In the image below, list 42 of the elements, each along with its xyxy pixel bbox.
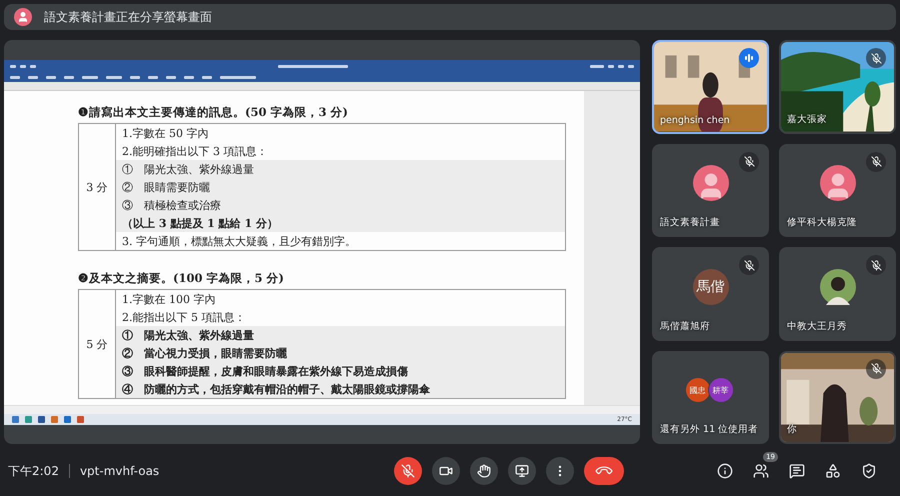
rubric-line: 1.字數在 100 字內 <box>121 292 216 308</box>
participant-name: 你 <box>787 423 797 436</box>
camera-icon <box>438 464 453 478</box>
avatar-icon <box>820 165 856 202</box>
banner-text: 語文素養計畫正在分享螢幕畫面 <box>44 8 212 26</box>
question-heading: ❷及本文之摘要。(100 字為限，5 分) <box>78 270 285 286</box>
participant-name: 馬偕蕭旭府 <box>660 320 710 332</box>
rubric-line: 1.字數在 50 字內 <box>121 126 210 142</box>
participant-name: 修平科大楊克隆 <box>787 216 857 229</box>
hand-icon <box>476 464 491 478</box>
avatar-initials: 國忠 <box>684 377 710 404</box>
participant-tile[interactable]: 國忠 耕莘 還有另外 11 位使用者 <box>652 350 769 444</box>
avatar-icon <box>692 165 728 202</box>
participant-tile[interactable]: 修平科大楊克隆 <box>779 144 896 237</box>
mic-off-icon <box>400 464 415 478</box>
participant-name: penghsin chen <box>660 114 730 126</box>
present-button[interactable] <box>508 457 536 485</box>
clock-time: 下午2:02 <box>8 462 59 480</box>
leave-call-button[interactable] <box>584 457 624 485</box>
participant-name: 還有另外 11 位使用者 <box>660 423 758 436</box>
present-screen-icon <box>514 464 529 478</box>
participant-tile[interactable]: 你 <box>779 350 896 444</box>
raise-hand-button[interactable] <box>470 457 498 485</box>
participant-name: 嘉大張家 <box>787 112 827 126</box>
participant-tile[interactable]: 中教大王月秀 <box>779 247 896 340</box>
rubric-line: 2.能明確指出以下 3 項訊息： <box>121 144 268 160</box>
avatar-initials: 耕莘 <box>708 377 734 404</box>
participant-name: 中教大王月秀 <box>787 320 847 332</box>
avatar-icon <box>14 8 32 26</box>
participant-tile[interactable]: 語文素養計畫 <box>652 144 769 237</box>
participant-tile[interactable]: penghsin chen <box>652 40 769 134</box>
meeting-code: vpt-mvhf-oas <box>80 464 160 478</box>
participant-tile[interactable]: 馬偕 馬偕蕭旭府 <box>652 247 769 340</box>
avatar-photo <box>820 268 856 305</box>
camera-button[interactable] <box>432 457 460 485</box>
rubric-line: 3. 字句通順，標點無太大疑義，且少有錯別字。 <box>121 234 357 250</box>
microphone-button[interactable] <box>394 457 422 485</box>
question-heading: ❶請寫出本文主要傳達的訊息。(50 字為限，3 分) <box>78 104 349 120</box>
rubric-line: 2.能指出以下 5 項訊息： <box>121 310 246 326</box>
participant-name: 語文素養計畫 <box>660 216 720 229</box>
participant-tile[interactable]: 嘉大張家 <box>779 40 896 134</box>
avatar-initials: 馬偕 <box>692 268 728 305</box>
